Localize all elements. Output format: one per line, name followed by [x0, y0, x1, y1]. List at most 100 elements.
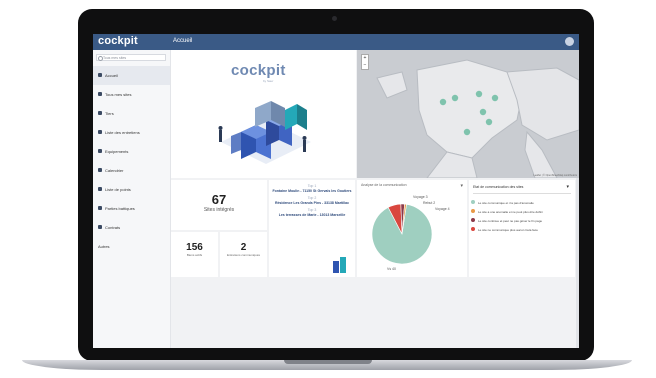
sidebar-item-label: Tous mes sites — [105, 92, 132, 97]
sites-map[interactable]: + − Leaflet | © OpenStreetMap contributor… — [357, 50, 579, 178]
pie-label: Rebut 2 — [423, 201, 435, 205]
sidebar-item-parties[interactable]: Parties battiques — [93, 199, 170, 218]
search-icon — [98, 56, 103, 61]
top-sites-card: Top 1 Fontaine Moulin - 71150 St Gervais… — [269, 180, 355, 277]
list-icon — [98, 130, 102, 134]
scrollbar[interactable] — [576, 178, 579, 348]
top-bar: cockpit Accueil — [93, 34, 579, 50]
sidebar-item-label: Equipements — [105, 149, 129, 154]
communicated-label: Entretiens communiqués — [226, 253, 261, 257]
building-parts-icon — [98, 206, 102, 210]
map-marker[interactable] — [463, 128, 471, 136]
brand-card: cockpit by Saur — [171, 50, 356, 178]
pin-icon — [98, 187, 102, 191]
pie-chart: Voyage 3 Rebut 2Voyage 4 Vs 40 — [371, 195, 450, 271]
stat-card-active: 156 Biens actifs — [171, 232, 218, 277]
legend-dot — [471, 200, 475, 204]
buildings-illustration — [333, 257, 346, 273]
legend-card: Etat de communication des sites ▾ Le sit… — [469, 180, 575, 277]
legend-item[interactable]: Le site communique et n'a pas d'anomalie — [469, 198, 575, 207]
sidebar-item-label: Autres — [98, 244, 110, 249]
legend-item[interactable]: Le site a une anomalie et ne peut plus ê… — [469, 207, 575, 216]
calendar-icon — [98, 168, 102, 172]
laptop-bezel: cockpit Accueil Tous mes sites Accueil T… — [78, 9, 594, 361]
sidebar-item-entretiens[interactable]: Liste des entretiens — [93, 123, 170, 142]
sites-label: Sites intégrés — [203, 207, 235, 213]
sidebar-item-points[interactable]: Liste de points — [93, 180, 170, 199]
sidebar-item-label: Liste de points — [105, 187, 131, 192]
top-site-name: Résidence Les Grands Pins - 33138 Martil… — [274, 200, 350, 205]
sidebar: Tous mes sites Accueil Tous mes sites Ti… — [93, 50, 171, 348]
legend-dot — [471, 227, 475, 231]
app-screen: cockpit Accueil Tous mes sites Accueil T… — [93, 34, 579, 348]
legend-dot — [471, 209, 475, 213]
map-zoom-control[interactable]: + − — [361, 54, 369, 70]
search-input[interactable]: Tous mes sites — [96, 54, 166, 61]
sidebar-item-label: Parties battiques — [105, 206, 135, 211]
sidebar-item-accueil[interactable]: Accueil — [93, 66, 170, 85]
home-icon — [98, 73, 102, 77]
map-attribution: Leaflet | © OpenStreetMap contributors — [533, 174, 578, 177]
legend-label: Le site communique et n'a pas d'anomalie — [478, 200, 534, 205]
map-marker[interactable] — [491, 94, 499, 102]
main-content: cockpit by Saur + − Leaflet | © OpenStre… — [171, 50, 579, 348]
legend-label: Le site ne communique plus aucun Cela fa… — [478, 227, 538, 232]
communicated-count: 2 — [240, 242, 247, 253]
sidebar-item-label: Accueil — [105, 73, 118, 78]
avatar[interactable] — [565, 37, 574, 46]
page-title: Accueil — [173, 38, 193, 44]
brand-subtitle: by Saur — [263, 79, 274, 83]
brand-logo: cockpit — [231, 62, 286, 79]
map-marker[interactable] — [475, 90, 483, 98]
sites-stat-card: 67 Sites intégrés — [171, 180, 267, 230]
sidebar-item-tiers[interactable]: Tiers — [93, 104, 170, 123]
map-land — [357, 50, 579, 178]
legend-label: Le site continue et peut ne pas gêner le… — [478, 218, 543, 223]
sidebar-item-equipements[interactable]: Equipements — [93, 142, 170, 161]
sidebar-item-label: Calendrier — [105, 168, 124, 173]
sidebar-item-label: Contrats — [105, 225, 121, 230]
sidebar-item-autres[interactable]: Autres — [93, 237, 170, 256]
pie-label: Voyage 4 — [435, 207, 450, 211]
legend-item[interactable]: Le site continue et peut ne pas gêner le… — [469, 216, 575, 225]
equipment-icon — [98, 149, 102, 153]
camera-icon — [332, 16, 337, 21]
sidebar-nav: Accueil Tous mes sites Tiers Liste des e… — [93, 66, 170, 256]
top-site-1[interactable]: Top 1 Fontaine Moulin - 71150 St Gervais… — [269, 184, 355, 193]
pie-card-title: Analyse de la communication — [361, 183, 407, 187]
top-site-3[interactable]: Top 3 Les terrasses de Marie - 13013 Mar… — [269, 208, 355, 217]
sidebar-item-tous-mes-sites[interactable]: Tous mes sites — [93, 85, 170, 104]
pie-label: Vs 40 — [387, 267, 396, 271]
contract-icon — [98, 225, 102, 229]
top-site-name: Les terrasses de Marie - 13013 Marseille — [278, 212, 346, 217]
map-marker[interactable] — [485, 118, 493, 126]
app-logo[interactable]: cockpit — [98, 35, 138, 47]
search-placeholder: Tous mes sites — [103, 56, 127, 60]
building-icon — [98, 92, 102, 96]
legend-label: Le site a une anomalie et ne peut plus ê… — [478, 209, 543, 214]
stat-card-communicated: 2 Entretiens communiqués — [220, 232, 267, 277]
sidebar-item-contrats[interactable]: Contrats — [93, 218, 170, 237]
pie-card: Analyse de la communication ▾ Voyage 3 Re… — [357, 180, 467, 277]
map-marker[interactable] — [479, 108, 487, 116]
legend-dropdown-label: Etat de communication des sites — [473, 185, 524, 189]
laptop-notch — [284, 360, 372, 364]
users-icon — [98, 111, 102, 115]
download-icon[interactable]: ▾ — [460, 183, 463, 189]
sidebar-item-label: Tiers — [105, 111, 114, 116]
map-marker[interactable] — [439, 98, 447, 106]
chevron-down-icon: ▾ — [566, 184, 569, 190]
legend-dropdown[interactable]: Etat de communication des sites ▾ — [473, 184, 571, 194]
active-count: 156 — [186, 242, 203, 253]
top-site-2[interactable]: Top 2 Résidence Les Grands Pins - 33138 … — [269, 196, 355, 205]
top-site-name: Fontaine Moulin - 71150 St Gervais les G… — [272, 188, 352, 193]
legend-item[interactable]: Le site ne communique plus aucun Cela fa… — [469, 225, 575, 234]
map-marker[interactable] — [451, 94, 459, 102]
pie-label: Voyage 3 — [413, 195, 428, 199]
sidebar-item-calendrier[interactable]: Calendrier — [93, 161, 170, 180]
isometric-illustration — [218, 101, 311, 164]
legend-dot — [471, 218, 475, 222]
active-label: Biens actifs — [186, 253, 203, 257]
sites-count: 67 — [211, 192, 227, 207]
sidebar-item-label: Liste des entretiens — [105, 130, 140, 135]
